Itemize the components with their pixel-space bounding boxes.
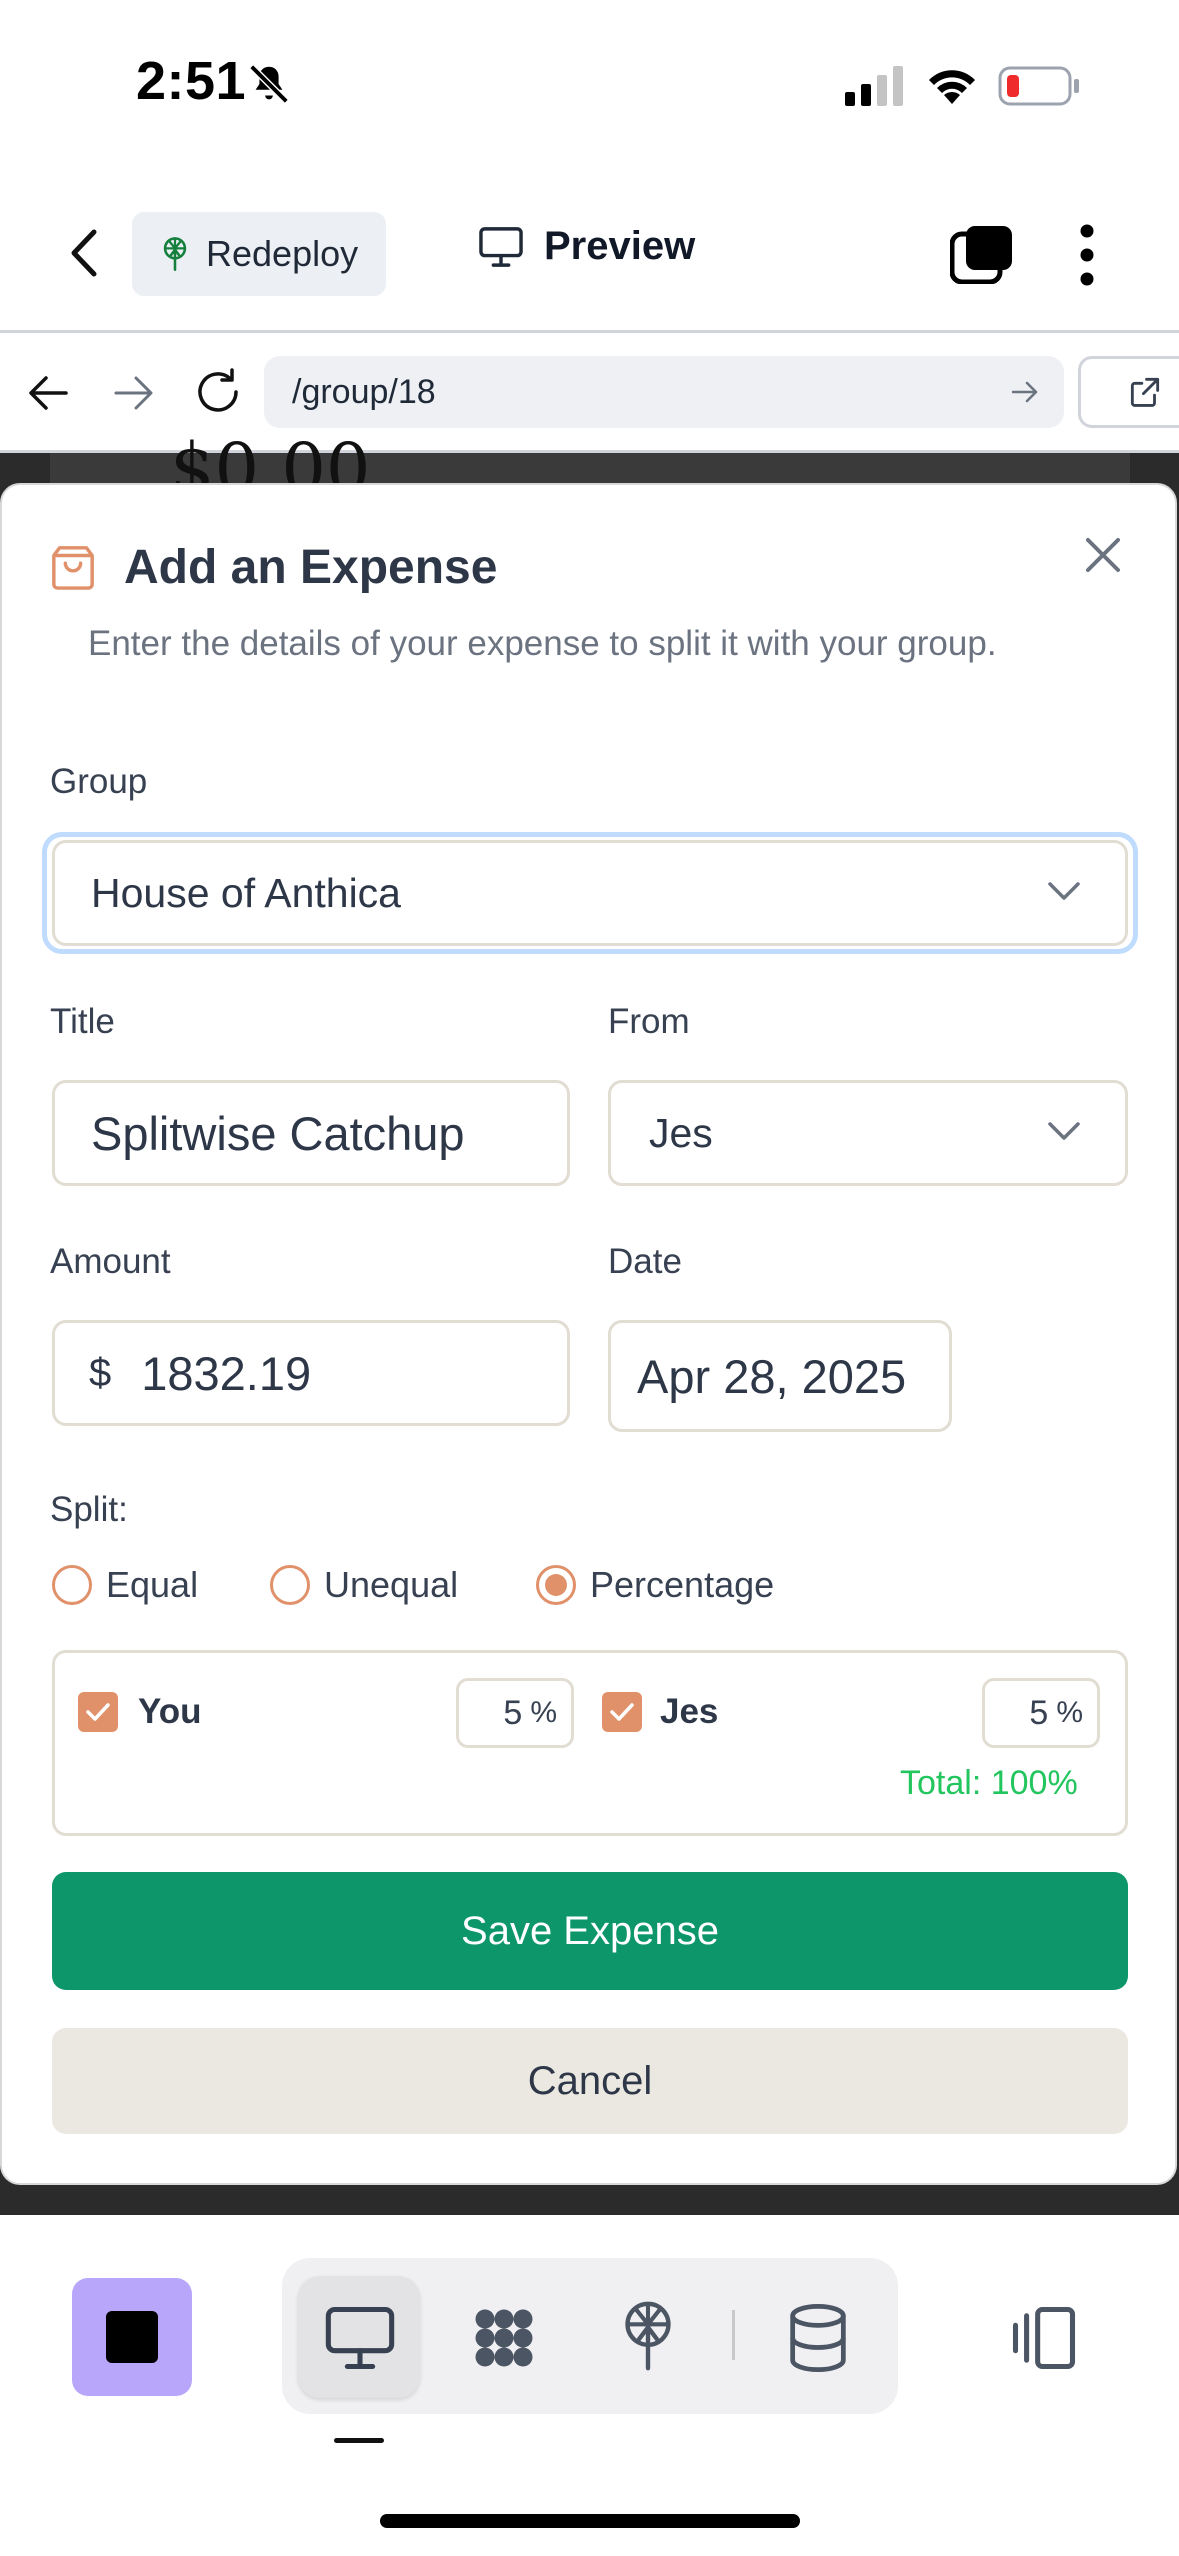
from-label: From [608,1002,690,1041]
battery-icon [998,66,1079,106]
home-indicator[interactable] [380,2514,800,2528]
url-text: /group/18 [292,372,436,411]
percent-sign-jes: % [1056,1696,1083,1729]
date-label: Date [608,1242,682,1281]
shopping-bag-icon [52,546,94,590]
date-input-value: Apr 28, 2025 [637,1349,907,1403]
save-expense-label: Save Expense [461,1908,719,1953]
participant-checkbox-you[interactable] [78,1692,118,1732]
from-select[interactable]: Jes [608,1080,1128,1186]
from-select-value: Jes [649,1109,713,1156]
browser-forward-icon[interactable] [110,372,156,414]
url-bar[interactable]: /group/18 [264,356,1064,428]
split-option-percentage[interactable]: Percentage [536,1564,774,1606]
browser-back-icon[interactable] [26,372,72,414]
app-bar-divider [0,330,1179,333]
radio-percentage[interactable] [536,1565,576,1605]
percent-sign-you: % [530,1696,557,1729]
split-participants-box [52,1650,1128,1836]
title-label: Title [50,1002,115,1041]
radio-equal[interactable] [52,1565,92,1605]
reload-icon[interactable] [192,366,244,418]
group-select-value: House of Anthica [91,869,401,916]
status-time: 2:51 [136,51,247,111]
participant-name-jes: Jes [660,1692,719,1731]
group-label: Group [50,762,148,801]
radio-selected-dot [545,1574,567,1596]
split-option-equal[interactable]: Equal [52,1564,198,1606]
chevron-down-icon [1048,1122,1080,1140]
check-icon [610,1703,634,1721]
amount-input-value: 1832.19 [141,1346,312,1400]
date-input[interactable]: Apr 28, 2025 [608,1320,952,1432]
bell-slash-icon [249,64,289,104]
percent-input-jes[interactable]: 5 % [982,1678,1100,1748]
group-select[interactable]: House of Anthica [52,840,1128,946]
percent-value-jes: 5 [1029,1693,1049,1732]
percent-input-you[interactable]: 5 % [456,1678,574,1748]
antenna-icon[interactable] [610,2298,686,2374]
chevron-down-icon [1048,882,1080,900]
cancel-label: Cancel [527,2058,653,2103]
stack-icon[interactable] [950,224,1014,284]
radio-label-percentage: Percentage [590,1564,775,1605]
go-arrow-icon[interactable] [1010,378,1040,406]
modal-title: Add an Expense [124,541,498,594]
radio-label-equal: Equal [106,1564,199,1605]
wifi-icon [929,70,975,104]
back-chevron-icon[interactable] [60,226,110,280]
split-total: Total: 100% [900,1764,1078,1802]
amount-label: Amount [50,1242,171,1281]
monitor-icon[interactable] [322,2300,398,2376]
radio-unequal[interactable] [270,1565,310,1605]
participant-name-you: You [138,1692,202,1731]
redeploy-button[interactable]: Redeploy [132,212,386,296]
preview-label: Preview [544,224,696,268]
external-link-icon [1130,377,1160,407]
preview-button[interactable]: Preview [478,224,695,269]
currency-symbol: $ [89,1350,112,1395]
layout-icon[interactable] [1006,2300,1082,2376]
active-tab-indicator [334,2438,384,2443]
participant-checkbox-jes[interactable] [602,1692,642,1732]
title-input-value: Splitwise Catchup [91,1106,465,1160]
split-label: Split: [50,1490,128,1529]
stop-square-icon [106,2311,158,2363]
split-option-unequal[interactable]: Unequal [270,1564,458,1606]
radio-label-unequal: Unequal [324,1564,459,1605]
percent-value-you: 5 [503,1693,523,1732]
open-external-button[interactable] [1078,356,1179,428]
grid-icon[interactable] [466,2300,542,2376]
check-icon [86,1703,110,1721]
save-expense-button[interactable]: Save Expense [52,1872,1128,1990]
antenna-icon [163,237,187,271]
modal-subtitle: Enter the details of your expense to spl… [88,624,997,663]
signal-icon [845,66,903,106]
title-input[interactable]: Splitwise Catchup [52,1080,570,1186]
redeploy-label: Redeploy [206,233,359,274]
monitor-icon [479,226,523,267]
amount-input[interactable]: $ 1832.19 [52,1320,570,1426]
more-options-icon[interactable] [1080,224,1094,286]
database-icon[interactable] [780,2300,856,2376]
cancel-button[interactable]: Cancel [52,2028,1128,2134]
close-icon[interactable] [1084,536,1122,574]
stop-button[interactable] [72,2278,192,2396]
toolbar-separator [732,2310,735,2360]
